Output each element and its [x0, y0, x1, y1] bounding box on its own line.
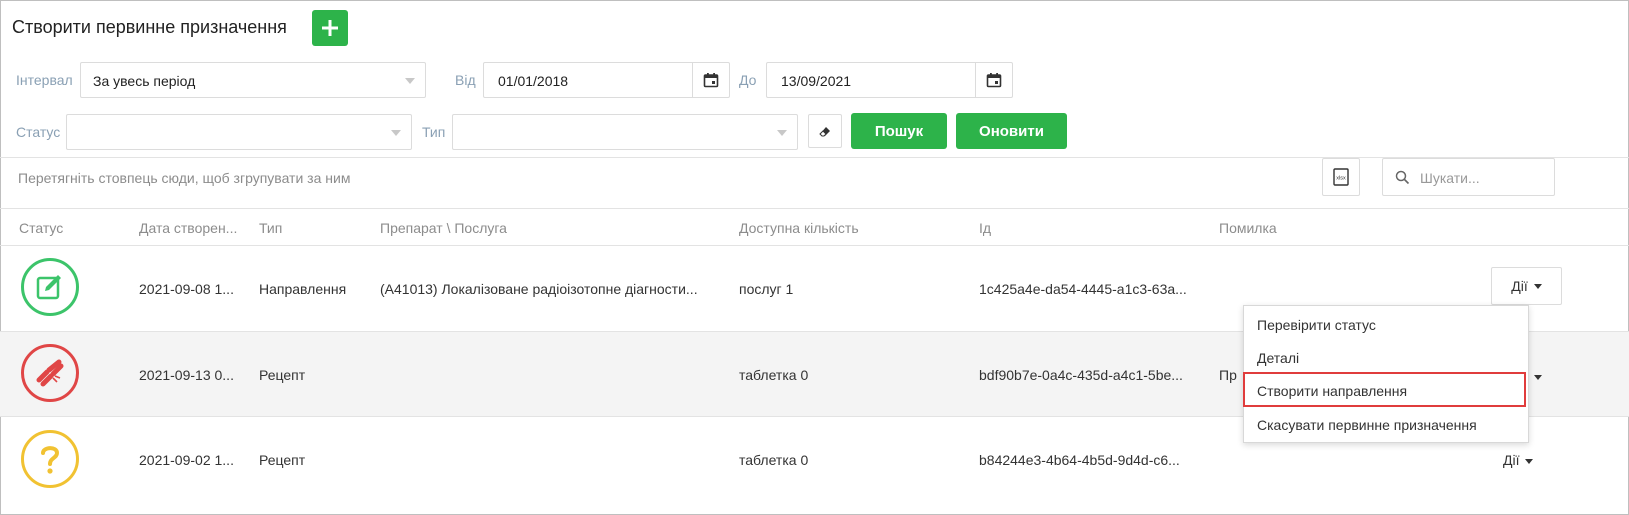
to-date-value: 13/09/2021	[781, 73, 852, 89]
row-id: 1c425a4e-da54-4445-a1c3-63a...	[979, 281, 1187, 297]
column-header-drug[interactable]: Препарат \ Послуга	[380, 220, 507, 236]
from-date-value: 01/01/2018	[498, 73, 569, 89]
chevron-down-icon	[391, 130, 401, 136]
search-icon	[1395, 170, 1410, 185]
chevron-down-icon	[777, 130, 787, 136]
type-select[interactable]	[452, 114, 798, 150]
column-header-date[interactable]: Дата створен...	[139, 220, 237, 236]
export-xlsx-button[interactable]: xlsx	[1322, 158, 1360, 196]
menu-item-check-status[interactable]: Перевірити статус	[1257, 317, 1376, 333]
to-label: До	[739, 72, 757, 88]
question-icon	[41, 446, 60, 474]
add-button[interactable]	[312, 10, 348, 46]
status-select[interactable]	[66, 114, 412, 150]
row-type: Рецепт	[259, 452, 306, 468]
row-id: bdf90b7e-0a4c-435d-a4c1-5be...	[979, 367, 1183, 383]
row-error: Пр	[1219, 367, 1237, 383]
status-icon-broken	[21, 344, 79, 402]
calendar-button-from[interactable]	[692, 63, 729, 97]
search-button[interactable]: Пошук	[851, 113, 947, 149]
row-type: Рецепт	[259, 367, 306, 383]
menu-item-create-referral[interactable]: Створити направлення	[1257, 383, 1407, 399]
group-hint: Перетягніть стовпець сюди, щоб згрупуват…	[18, 170, 351, 186]
page-title: Створити первинне призначення	[12, 17, 287, 37]
xlsx-icon: xlsx	[1333, 168, 1349, 186]
caret-down-icon	[1525, 458, 1534, 464]
column-header-type[interactable]: Тип	[259, 220, 282, 236]
row-id: b84244e3-4b64-4b5d-9d4d-c6...	[979, 452, 1180, 468]
search-placeholder: Шукати...	[1420, 170, 1480, 186]
eraser-icon	[819, 127, 830, 137]
actions-menu: Перевірити статус Деталі Створити направ…	[1243, 305, 1529, 443]
to-date-input[interactable]: 13/09/2021	[766, 62, 1013, 98]
broken-link-icon	[36, 359, 64, 387]
actions-label: Дії	[1511, 278, 1528, 294]
status-icon-edit	[21, 258, 79, 316]
column-header-quantity[interactable]: Доступна кількість	[739, 220, 859, 236]
column-header-error[interactable]: Помилка	[1219, 220, 1277, 236]
edit-icon	[36, 275, 61, 300]
row-date: 2021-09-13 0...	[139, 367, 234, 383]
refresh-button[interactable]: Оновити	[956, 113, 1067, 149]
actions-label: Дії	[1503, 452, 1520, 468]
menu-item-details[interactable]: Деталі	[1257, 350, 1299, 366]
row-date: 2021-09-08 1...	[139, 281, 234, 297]
menu-item-cancel-prescription[interactable]: Скасувати первинне призначення	[1257, 417, 1477, 433]
status-label: Статус	[16, 124, 61, 140]
chevron-down-icon	[405, 78, 415, 84]
row-quantity: таблетка 0	[739, 452, 809, 468]
calendar-icon	[986, 73, 1002, 88]
row-drug: (A41013) Локалізоване радіоізотопне діаг…	[380, 281, 698, 297]
type-label: Тип	[422, 124, 446, 140]
grid-search-input[interactable]: Шукати...	[1382, 158, 1555, 196]
from-label: Від	[455, 72, 476, 88]
divider	[0, 208, 1629, 209]
caret-down-icon	[1534, 374, 1542, 380]
plus-icon	[322, 20, 338, 36]
row-date: 2021-09-02 1...	[139, 452, 234, 468]
interval-select[interactable]: За увесь період	[80, 62, 426, 98]
column-header-status[interactable]: Статус	[19, 220, 63, 236]
status-icon-question	[21, 430, 79, 488]
actions-dropdown-button[interactable]: Дії	[1503, 452, 1534, 468]
actions-dropdown-button[interactable]: Дії	[1491, 267, 1562, 305]
from-date-input[interactable]: 01/01/2018	[483, 62, 730, 98]
interval-label: Інтервал	[16, 72, 73, 88]
caret-down-icon	[1533, 283, 1542, 289]
calendar-icon	[703, 73, 719, 88]
calendar-button-to[interactable]	[975, 63, 1012, 97]
column-header-id[interactable]: Ід	[979, 220, 991, 236]
row-quantity: таблетка 0	[739, 367, 809, 383]
row-type: Направлення	[259, 281, 347, 297]
actions-dropdown-button[interactable]	[1528, 368, 1542, 384]
interval-value: За увесь період	[93, 73, 196, 89]
svg-text:xlsx: xlsx	[1336, 176, 1346, 182]
row-quantity: послуг 1	[739, 281, 794, 297]
clear-filters-button[interactable]	[808, 114, 842, 148]
